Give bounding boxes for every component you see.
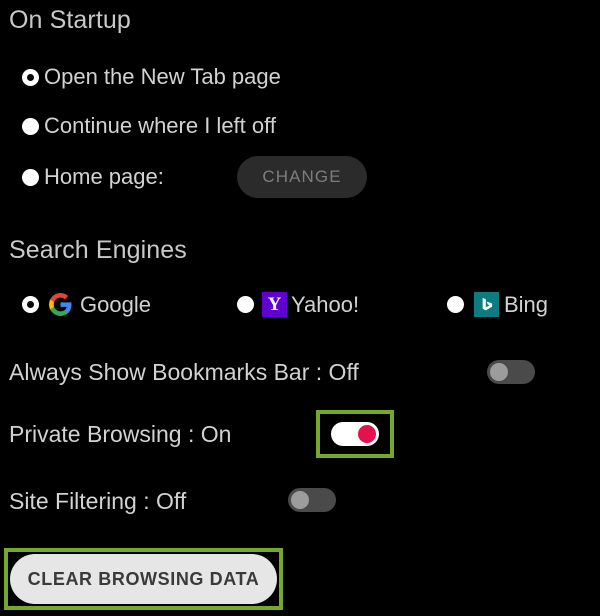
setting-label-private-browsing: Private Browsing : On [9,421,232,447]
toggle-site-filtering[interactable] [288,488,336,512]
yahoo-logo-icon: Y [262,292,287,317]
search-engine-label-bing: Bing [504,292,549,317]
google-logo-icon [48,292,73,317]
toggle-knob [490,363,508,381]
startup-option-label: Home page: [44,164,164,189]
setting-label-always-show-bookmarks-bar: Always Show Bookmarks Bar : Off [9,359,359,385]
startup-option-label: Continue where I left off [44,113,276,138]
search-engine-label-google: Google [80,292,151,317]
page-title-search-engines: Search Engines [9,236,187,264]
startup-option-label: Open the New Tab page [44,64,281,89]
radio-continue-where-left-off[interactable] [22,118,39,135]
setting-row-private-browsing: Private Browsing : On [0,417,600,451]
setting-label-site-filtering: Site Filtering : Off [9,488,187,514]
radio-search-engine-google[interactable] [22,296,39,313]
change-home-page-button[interactable]: CHANGE [237,156,367,198]
search-engine-label-yahoo: Yahoo! [291,292,360,317]
toggle-knob [358,425,376,443]
radio-search-engine-bing[interactable] [447,296,464,313]
radio-open-new-tab-page[interactable] [22,69,39,86]
radio-home-page[interactable] [22,169,39,186]
bing-logo-icon [474,292,499,317]
clear-browsing-data-button[interactable]: CLEAR BROWSING DATA [10,554,277,604]
toggle-always-show-bookmarks-bar[interactable] [487,360,535,384]
toggle-knob [291,491,309,509]
page-title-on-startup: On Startup [9,6,131,34]
radio-search-engine-yahoo[interactable] [237,296,254,313]
toggle-private-browsing[interactable] [331,422,379,446]
